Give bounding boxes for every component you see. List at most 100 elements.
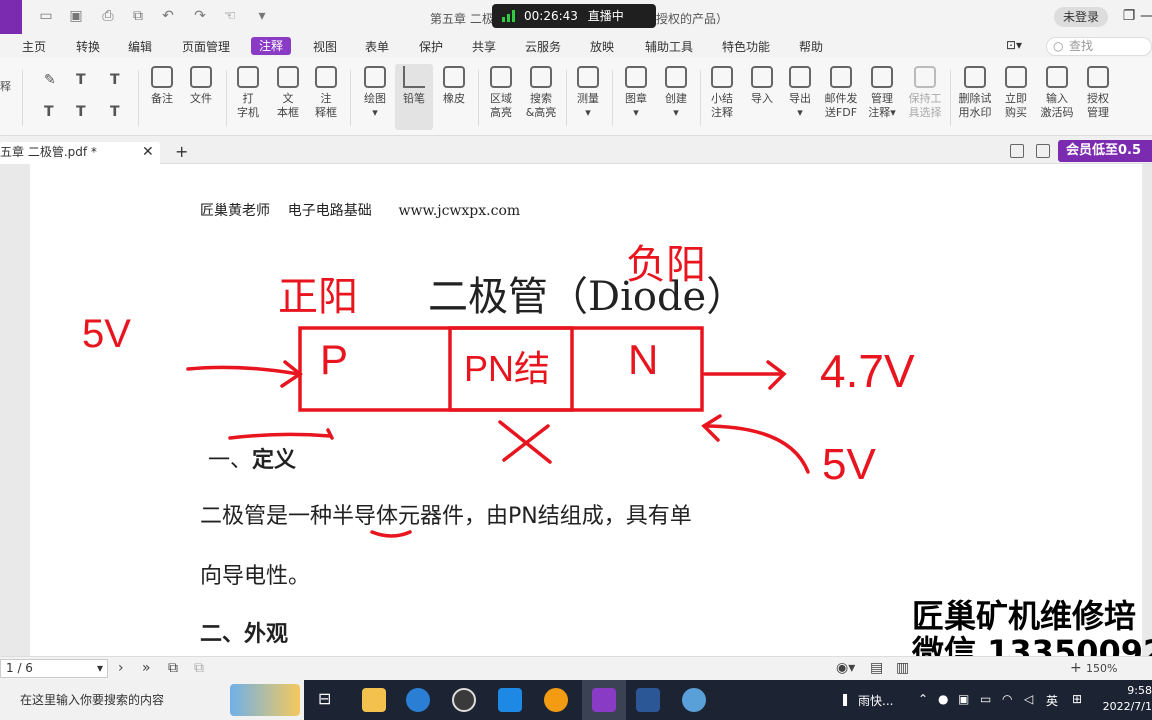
customize-dropdown-icon[interactable]: ▾ [254, 8, 270, 24]
pdf-editor-icon[interactable] [592, 688, 616, 712]
volume-icon[interactable]: ◁ [1024, 692, 1033, 706]
create-stamp-button[interactable]: 创建 ▾ [662, 66, 690, 120]
license-manage-button[interactable]: 授权 管理 [1084, 66, 1112, 120]
menu-slideshow[interactable]: 放映 [590, 38, 614, 55]
chevron-down-icon[interactable]: ▾ [97, 660, 103, 677]
redo-icon[interactable]: ↷ [192, 8, 208, 24]
file-attach-button[interactable]: 文件 [188, 66, 214, 106]
pdf-page[interactable]: 匠巢黄老师 电子电路基础 www.jcwxpx.com 二极管（Diode） 一… [30, 164, 1142, 656]
restore-window-icon[interactable]: ❐ [1118, 6, 1140, 26]
document-workspace[interactable]: 匠巢黄老师 电子电路基础 www.jcwxpx.com 二极管（Diode） 一… [0, 164, 1152, 656]
rotate-icon[interactable]: ⧉ [168, 660, 178, 676]
last-page-icon[interactable]: » [142, 660, 151, 676]
page-number-field[interactable]: 1 / 6 ▾ [0, 659, 108, 678]
weather-text[interactable]: 雨快... [858, 692, 893, 709]
next-page-icon[interactable]: › [118, 660, 124, 676]
feishu-icon[interactable] [498, 688, 522, 712]
replace-text-icon[interactable]: T [76, 104, 86, 120]
export-comments-button[interactable]: 导出 ▾ [786, 66, 814, 120]
task-view-icon[interactable]: ⊟ [318, 689, 331, 708]
battery-icon[interactable]: ▭ [980, 692, 991, 706]
edge-browser-icon[interactable] [406, 688, 430, 712]
hand-tool-icon[interactable]: ☜ [222, 8, 238, 24]
display-mode-icon[interactable]: ⊡▾ [1006, 38, 1022, 52]
paint-icon[interactable] [682, 688, 706, 712]
insert-text-icon[interactable]: T [110, 104, 120, 120]
underline-text-icon[interactable]: T [76, 72, 86, 88]
grid-view-icon[interactable] [1010, 144, 1024, 158]
search-highlight-button[interactable]: 搜索 &高亮 [524, 66, 558, 120]
buy-now-button[interactable]: 立即 购买 [1002, 66, 1030, 120]
squiggly-text-icon[interactable]: T [110, 72, 120, 88]
drawing-button[interactable]: 绘图 ▾ [362, 66, 388, 120]
textbox-button[interactable]: 文本框 [276, 66, 300, 120]
taskbar-clock[interactable]: 9:58 2022/7/1 [1102, 683, 1152, 715]
obs-icon[interactable] [452, 688, 476, 712]
email-fdf-button[interactable]: 邮件发 送FDF [822, 66, 860, 120]
activation-code-button[interactable]: 输入 激活码 [1038, 66, 1076, 120]
close-icon[interactable]: ✕ [142, 142, 154, 162]
eye-icon[interactable]: ◉▾ [836, 660, 855, 676]
media-player-icon[interactable] [544, 688, 568, 712]
taskbar-search-input[interactable]: 在这里输入你要搜索的内容 [0, 680, 304, 720]
area-highlight-button[interactable]: 区域 高亮 [488, 66, 514, 120]
login-button[interactable]: 未登录 [1054, 7, 1108, 27]
typewriter-button[interactable]: 打字机 [236, 66, 260, 120]
zoom-level[interactable]: 150% [1086, 662, 1117, 675]
menu-page-manage[interactable]: 页面管理 [182, 38, 230, 55]
new-tab-icon[interactable]: + [175, 142, 188, 161]
summarize-comments-button[interactable]: 小结 注释 [708, 66, 736, 120]
cut-tool-label[interactable]: 释 [0, 78, 11, 94]
menu-convert[interactable]: 转换 [76, 38, 100, 55]
document-tab[interactable]: 五章 二极管.pdf * ✕ [0, 142, 160, 164]
layout-icon[interactable] [1036, 144, 1050, 158]
weather-icon[interactable]: ❚ [840, 692, 850, 706]
wifi-icon[interactable]: ◠ [1002, 692, 1012, 706]
pencil-button[interactable]: 铅笔 [395, 64, 433, 130]
live-stream-badge[interactable]: 00:26:43 直播中 [492, 4, 656, 28]
menu-home[interactable]: 主页 [22, 38, 46, 55]
measure-button[interactable]: 测量 ▾ [574, 66, 602, 120]
menu-features[interactable]: 特色功能 [722, 38, 770, 55]
menu-annotate[interactable]: 注释 [251, 37, 292, 55]
zoom-in-icon[interactable]: + [1070, 660, 1082, 676]
network-icon[interactable]: ▣ [958, 692, 969, 706]
strikeout-icon[interactable]: T [44, 104, 54, 120]
note-button[interactable]: 备注 [150, 66, 174, 106]
callout-button[interactable]: 注释框 [314, 66, 338, 120]
input-language[interactable]: 英 [1046, 692, 1058, 709]
menu-help[interactable]: 帮助 [799, 38, 823, 55]
stamp-button[interactable]: 图章 ▾ [622, 66, 650, 120]
menu-view[interactable]: 视图 [313, 38, 337, 55]
export-icon[interactable]: ⧉ [130, 8, 146, 24]
single-page-icon[interactable]: ▤ [870, 660, 883, 676]
manage-comments-button[interactable]: 管理 注释▾ [864, 66, 900, 120]
search-input[interactable]: ○ 查找 [1046, 37, 1152, 56]
windows-taskbar: 在这里输入你要搜索的内容 ⊟ ❚ 雨快... ⌃ ● ▣ ▭ ◠ ◁ 英 ⊞ 9… [0, 680, 1152, 720]
highlight-icon[interactable]: ✎ [44, 72, 56, 88]
open-folder-icon[interactable]: ▭ [38, 8, 54, 24]
remove-watermark-button[interactable]: 删除试 用水印 [956, 66, 994, 120]
file-explorer-icon[interactable] [362, 688, 386, 712]
keep-tool-selected-button[interactable]: 保持工 具选择 [906, 66, 944, 120]
layout-icon-disabled: ⧉ [194, 660, 204, 676]
word-icon[interactable] [636, 688, 660, 712]
microphone-icon[interactable]: ● [938, 692, 948, 706]
ime-icon[interactable]: ⊞ [1072, 692, 1082, 706]
menu-tools[interactable]: 辅助工具 [645, 38, 693, 55]
menu-cloud[interactable]: 云服务 [525, 38, 561, 55]
menu-share[interactable]: 共享 [472, 38, 496, 55]
print-icon[interactable]: ⎙ [100, 8, 116, 24]
ink-annotations[interactable] [30, 164, 1142, 656]
eraser-button[interactable]: 橡皮 [442, 66, 466, 106]
tray-chevron-icon[interactable]: ⌃ [918, 692, 928, 706]
vip-promo-badge[interactable]: 会员低至0.5 [1058, 140, 1152, 162]
import-button[interactable]: 导入 [748, 66, 776, 106]
save-icon[interactable]: ▣ [68, 8, 84, 24]
minimize-icon[interactable]: — [1140, 6, 1152, 26]
continuous-page-icon[interactable]: ▥ [896, 660, 909, 676]
menu-form[interactable]: 表单 [365, 38, 389, 55]
undo-icon[interactable]: ↶ [160, 8, 176, 24]
menu-protect[interactable]: 保护 [419, 38, 443, 55]
menu-edit[interactable]: 编辑 [128, 38, 152, 55]
